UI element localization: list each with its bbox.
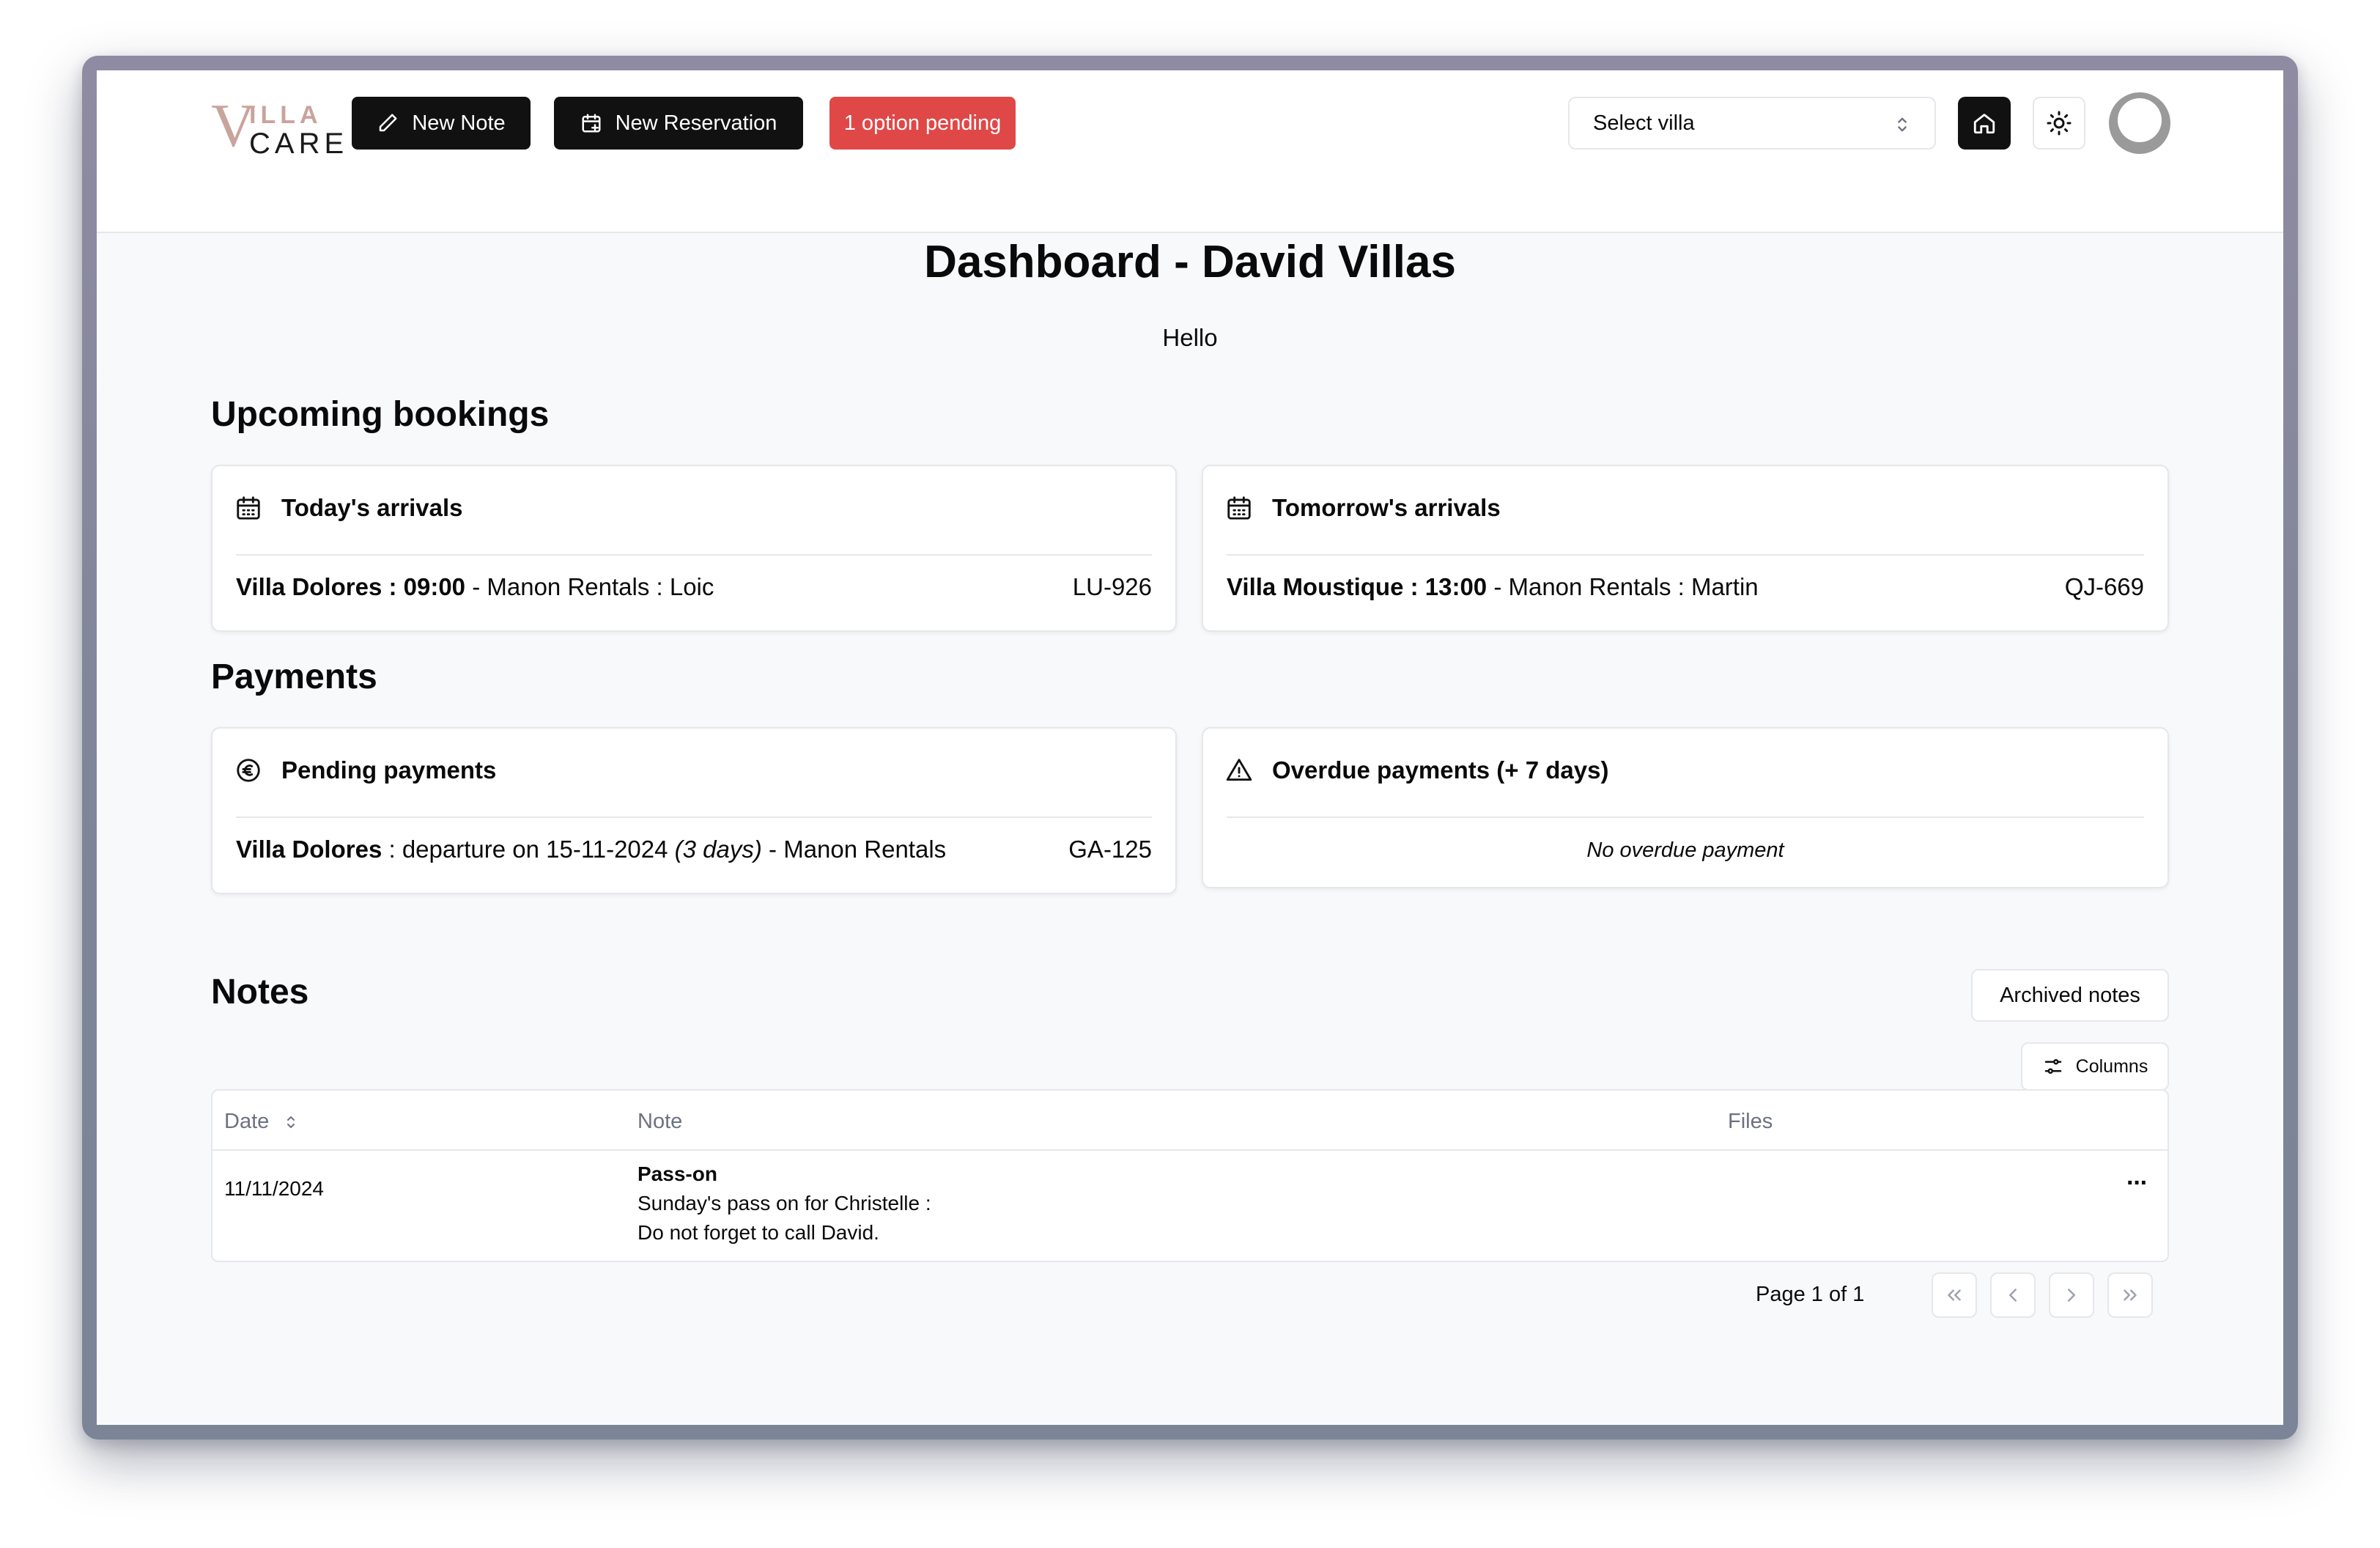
sun-icon (2047, 111, 2072, 136)
row-actions-menu-icon[interactable]: ··· (2126, 1168, 2148, 1198)
note-header-label: Note (638, 1110, 683, 1133)
page-title: Dashboard - David Villas (924, 237, 1456, 287)
top-navigation-bar: V ILLA CARE New Note New Reservation 1 o… (97, 70, 2283, 233)
sliders-icon (2044, 1059, 2061, 1074)
option-pending-badge[interactable]: 1 option pending (829, 97, 1016, 150)
arrival-row[interactable]: Villa Moustique : 13:00 - Manon Rentals … (1227, 573, 2144, 601)
overdue-payments-header: Overdue payments (+ 7 days) (1225, 756, 1608, 784)
pagination-label: Page 1 of 1 (1756, 1283, 1865, 1306)
upcoming-bookings-heading: Upcoming bookings (211, 395, 550, 434)
columns-button[interactable]: Columns (2021, 1042, 2169, 1091)
avatar-silhouette (2118, 98, 2162, 142)
date-header-label: Date (224, 1110, 270, 1133)
window-frame: V ILLA CARE New Note New Reservation 1 o… (82, 56, 2298, 1440)
greeting-text: Hello (1162, 324, 1218, 351)
chevrons-left-icon (1948, 1289, 1961, 1301)
euro-circle-icon (237, 759, 260, 782)
note-content: Pass-on Sunday's pass on for Christelle … (638, 1160, 931, 1247)
sort-icon (287, 1116, 295, 1128)
overdue-payments-title: Overdue payments (+ 7 days) (1272, 756, 1609, 784)
chevron-left-icon (2009, 1289, 2017, 1302)
note-line: Do not forget to call David. (638, 1221, 879, 1244)
payment-description: Villa Dolores : departure on 15-11-2024 … (236, 836, 946, 863)
payment-villa: Villa Dolores (236, 836, 382, 863)
next-page-button[interactable] (2049, 1272, 2094, 1318)
previous-page-button[interactable] (1990, 1272, 2036, 1318)
pencil-icon (380, 114, 397, 132)
arrival-row[interactable]: Villa Dolores : 09:00 - Manon Rentals : … (236, 573, 1152, 601)
app-window: V ILLA CARE New Note New Reservation 1 o… (97, 70, 2283, 1425)
date-column-header[interactable]: Date (224, 1110, 300, 1134)
todays-arrivals-card: Today's arrivals Villa Dolores : 09:00 -… (211, 465, 1177, 632)
files-column-header: Files (1728, 1110, 1773, 1134)
warning-triangle-icon (1226, 759, 1252, 781)
divider (1227, 554, 2144, 556)
arrival-code: LU-926 (1072, 573, 1152, 600)
arrival-description: Villa Moustique : 13:00 - Manon Rentals … (1227, 573, 1759, 601)
divider (236, 817, 1152, 818)
new-note-label: New Note (412, 111, 506, 135)
select-villa-placeholder: Select villa (1593, 111, 1695, 135)
divider (1227, 817, 2144, 818)
last-page-button[interactable] (2107, 1272, 2153, 1318)
arrival-details: - Manon Rentals : Martin (1487, 573, 1759, 600)
payment-code: GA-125 (1068, 836, 1152, 863)
note-column-header: Note (638, 1110, 682, 1134)
first-page-button[interactable] (1932, 1272, 1977, 1318)
payment-departure: : departure on 15-11-2024 (382, 836, 675, 863)
note-line: Sunday's pass on for Christelle : (638, 1192, 931, 1215)
arrival-description: Villa Dolores : 09:00 - Manon Rentals : … (236, 573, 714, 601)
calendar-icon (1227, 496, 1251, 520)
villa-care-logo[interactable]: V ILLA CARE (211, 95, 344, 159)
payments-heading: Payments (211, 657, 377, 696)
overdue-payments-card: Overdue payments (+ 7 days) No overdue p… (1202, 727, 2169, 888)
home-icon (1973, 114, 1995, 134)
user-avatar[interactable] (2109, 92, 2170, 154)
archived-notes-label: Archived notes (2000, 983, 2140, 1007)
payment-days: (3 days) (674, 836, 762, 863)
calendar-icon (237, 496, 260, 520)
logo-care: CARE (249, 128, 349, 160)
new-reservation-label: New Reservation (615, 111, 777, 135)
pending-payments-card: Pending payments Villa Dolores : departu… (211, 727, 1177, 894)
divider (236, 554, 1152, 556)
theme-toggle-button[interactable] (2033, 97, 2085, 150)
table-header-row: Date Note Files (212, 1091, 2168, 1151)
select-villa-dropdown[interactable]: Select villa (1568, 97, 1936, 150)
chevrons-up-down-icon (1898, 117, 1907, 132)
home-button[interactable] (1958, 97, 2011, 150)
option-pending-label: 1 option pending (843, 111, 1002, 135)
notes-heading: Notes (211, 973, 309, 1011)
note-title: Pass-on (638, 1162, 717, 1185)
pending-payments-header: Pending payments (234, 756, 496, 784)
todays-arrivals-header: Today's arrivals (234, 494, 463, 522)
tomorrows-arrivals-card: Tomorrow's arrivals Villa Moustique : 13… (1202, 465, 2169, 632)
calendar-plus-icon (582, 114, 601, 133)
payment-row[interactable]: Villa Dolores : departure on 15-11-2024 … (236, 836, 1152, 863)
arrival-villa-time: Villa Moustique : 13:00 (1227, 573, 1488, 600)
tomorrows-arrivals-title: Tomorrow's arrivals (1272, 494, 1501, 521)
columns-label: Columns (2075, 1055, 2148, 1077)
todays-arrivals-title: Today's arrivals (281, 494, 463, 521)
new-note-button[interactable]: New Note (352, 97, 531, 150)
pending-payments-title: Pending payments (281, 756, 497, 784)
note-date: 11/11/2024 (224, 1177, 324, 1200)
arrival-code: QJ-669 (2064, 573, 2144, 600)
arrival-details: - Manon Rentals : Loic (465, 573, 714, 600)
no-overdue-message: No overdue payment (1586, 838, 1784, 862)
logo-illa: ILLA (249, 101, 322, 129)
notes-table: Date Note Files 11/11/2024 Pass-on Sunda… (211, 1089, 2169, 1262)
chevron-right-icon (2068, 1289, 2075, 1302)
arrival-villa-time: Villa Dolores : 09:00 (236, 573, 466, 600)
new-reservation-button[interactable]: New Reservation (554, 97, 803, 150)
files-header-label: Files (1728, 1110, 1773, 1133)
payment-agency: - Manon Rentals (761, 836, 947, 863)
archived-notes-button[interactable]: Archived notes (1971, 969, 2169, 1022)
tomorrows-arrivals-header: Tomorrow's arrivals (1225, 494, 1501, 522)
chevrons-right-icon (2124, 1289, 2137, 1301)
